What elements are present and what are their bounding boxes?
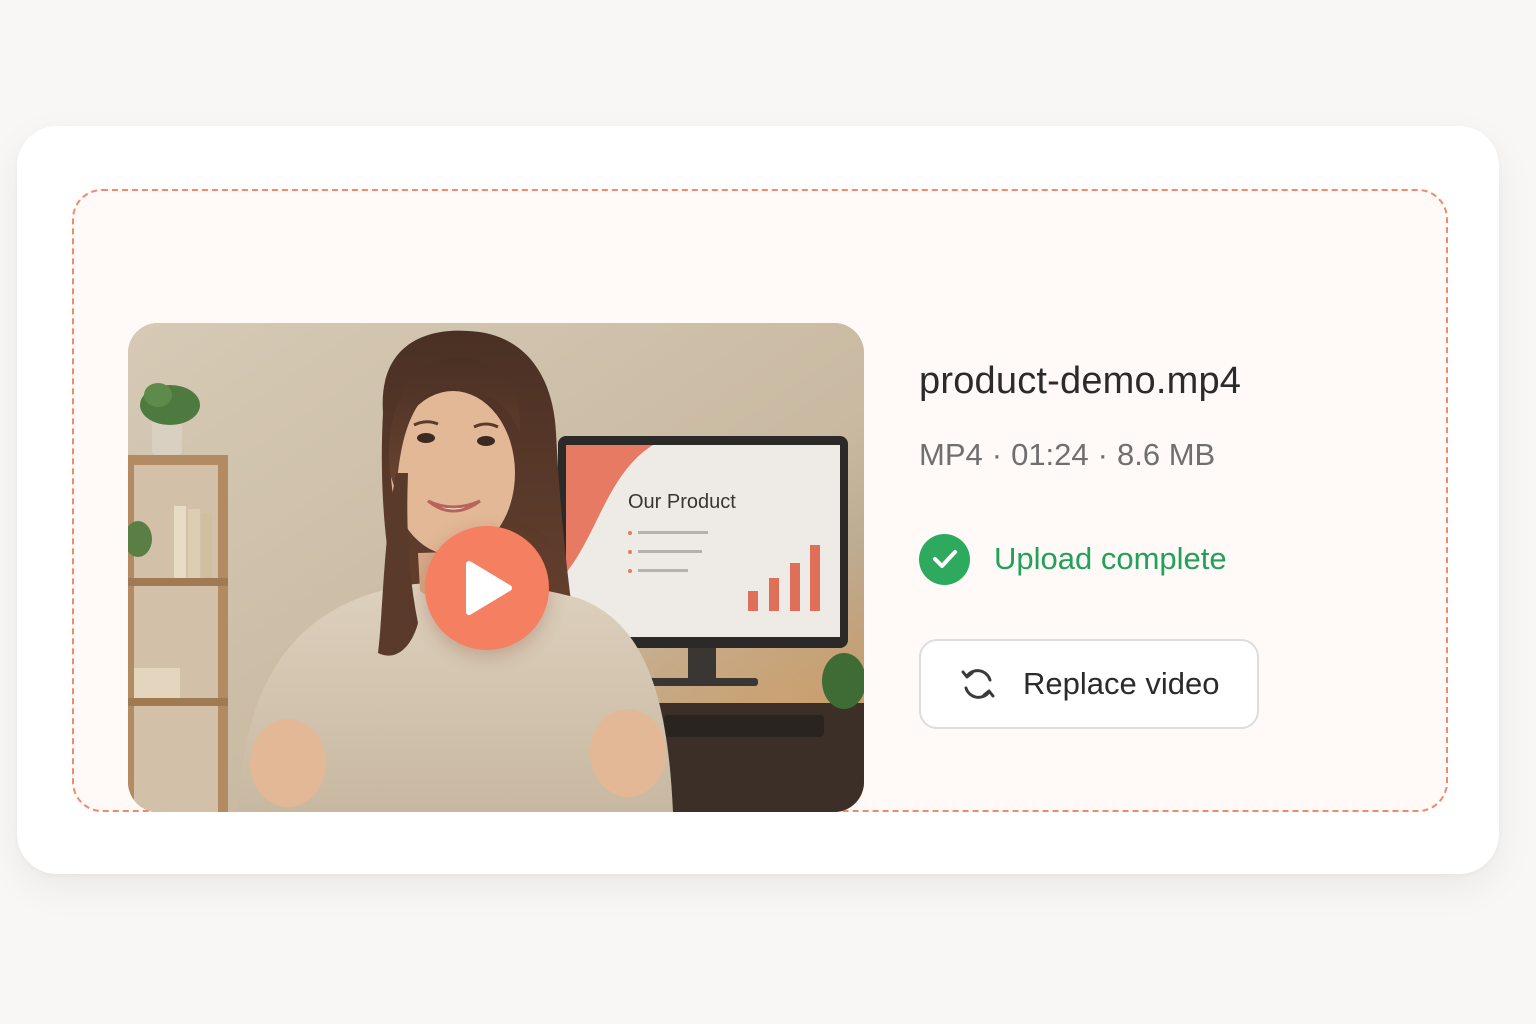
meta-separator: · xyxy=(1097,437,1108,472)
replace-video-button[interactable]: Replace video xyxy=(919,639,1259,729)
video-dropzone[interactable]: Our Product product-demo.mp4 MP4 · 01:24… xyxy=(72,189,1448,812)
video-preview[interactable]: Our Product xyxy=(128,323,864,812)
file-format: MP4 xyxy=(919,437,983,472)
meta-separator: · xyxy=(991,437,1003,472)
play-button[interactable] xyxy=(425,526,549,650)
screen-title: Our Product xyxy=(628,491,736,513)
file-name: product-demo.mp4 xyxy=(919,360,1242,402)
upload-status-text: Upload complete xyxy=(994,541,1227,576)
file-size: 8.6 MB xyxy=(1116,437,1216,472)
play-icon xyxy=(466,561,512,615)
file-meta: MP4 · 01:24 · 8.6 MB xyxy=(919,435,1399,475)
refresh-icon xyxy=(961,669,995,699)
file-info: product-demo.mp4 MP4 · 01:24 · 8.6 MB Upload… xyxy=(919,357,1399,729)
replace-video-label: Replace video xyxy=(1023,666,1220,701)
upload-card: Our Product product-demo.mp4 MP4 · 01:24… xyxy=(17,126,1499,874)
check-circle-icon xyxy=(919,533,970,585)
file-duration: 01:24 xyxy=(1011,437,1089,472)
upload-status: Upload complete xyxy=(919,533,1399,585)
